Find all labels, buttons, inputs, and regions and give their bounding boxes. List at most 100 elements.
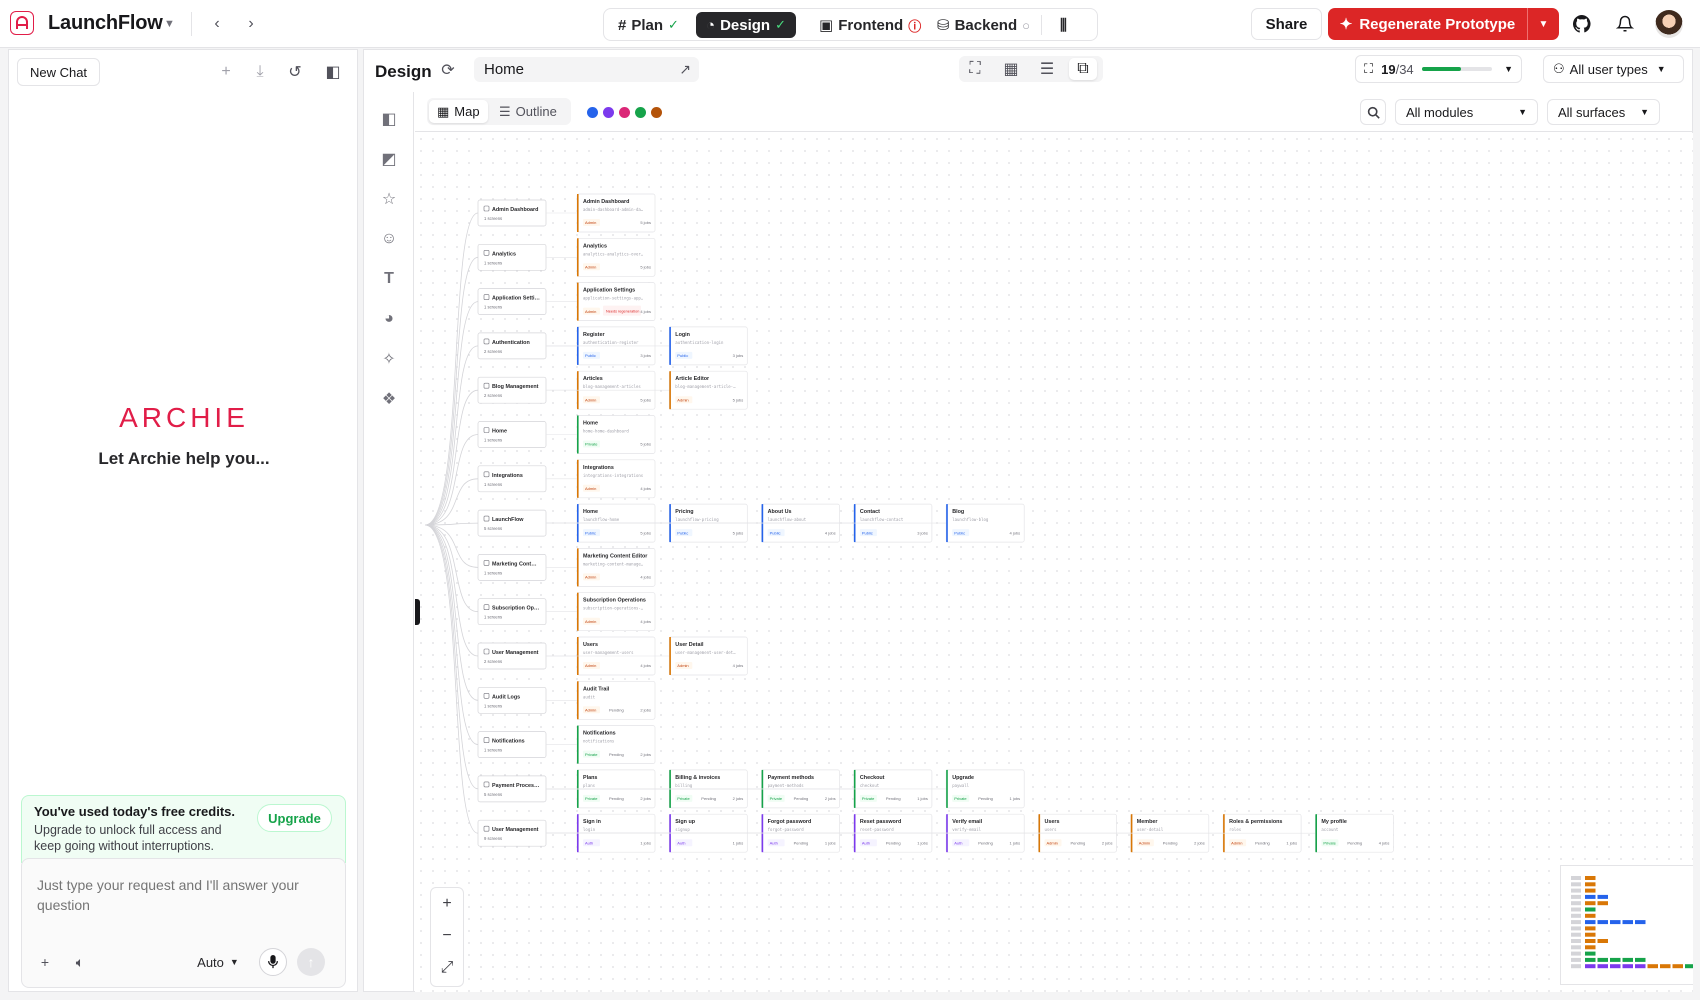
module-node[interactable]: Analytics 1 screens — [477, 243, 547, 271]
forward-icon[interactable]: › — [237, 10, 265, 38]
model-select[interactable]: Auto ▼ — [192, 948, 244, 976]
color-swatch[interactable] — [619, 107, 630, 118]
star-icon[interactable]: ☆ — [376, 186, 402, 212]
regenerate-options-button[interactable]: ▼ — [1527, 8, 1559, 40]
module-node[interactable]: User Management 2 screens — [477, 642, 547, 670]
chevron-down-icon[interactable]: ▼ — [164, 18, 175, 30]
components-icon[interactable]: ❖ — [376, 386, 402, 412]
user-types-select[interactable]: ⚇ All user types ▼ — [1543, 55, 1684, 83]
module-node[interactable]: Integrations 1 screens — [477, 465, 547, 493]
screen-tag-label: Admin — [677, 397, 688, 402]
map-tab[interactable]: ▦ Map — [429, 100, 488, 123]
grid-view-icon[interactable]: ▦ — [997, 58, 1025, 80]
history-icon[interactable]: ↺ — [281, 58, 309, 86]
typography-icon[interactable]: T — [376, 266, 402, 292]
module-node[interactable]: Audit Logs 1 screens — [477, 686, 547, 714]
magic-icon[interactable]: ✧ — [376, 346, 402, 372]
screen-card[interactable]: Notifications notifications Private Pending… — [576, 725, 656, 764]
module-node[interactable]: Home 1 screens — [477, 421, 547, 448]
upgrade-button[interactable]: Upgrade — [257, 804, 332, 832]
refresh-icon[interactable]: ⟳ — [434, 56, 462, 84]
plus-icon[interactable]: + — [31, 948, 59, 976]
module-node[interactable]: Subscription Op… 1 screens — [477, 598, 547, 626]
palette-icon[interactable]: ◕ — [376, 306, 402, 332]
speaker-icon[interactable]: 🔈︎ — [66, 948, 94, 976]
search-icon[interactable] — [1360, 99, 1386, 125]
smiley-icon[interactable]: ☺ — [376, 226, 402, 252]
screen-title: Reset password — [860, 819, 901, 825]
new-chat-button[interactable]: New Chat — [17, 58, 100, 86]
app-logo-icon[interactable] — [10, 11, 34, 35]
microphone-icon[interactable] — [259, 948, 287, 976]
screen-card[interactable]: Subscription Operations subscription-oper… — [576, 592, 656, 632]
swatches-icon[interactable]: ◩ — [376, 146, 402, 172]
screen-card[interactable]: Integrations integrations-integrations Adm… — [576, 459, 656, 499]
github-icon[interactable] — [1568, 10, 1596, 38]
share-button[interactable]: Share — [1251, 8, 1322, 40]
color-swatch[interactable] — [603, 107, 614, 118]
external-link-icon[interactable]: ↗ — [679, 61, 691, 78]
module-node[interactable]: Marketing Cont… 1 screens — [477, 554, 547, 581]
screen-jobs: 4 jobs — [640, 663, 651, 668]
send-icon[interactable]: ↑ — [297, 948, 325, 976]
stage-frontend[interactable]: ▣ Frontend ⓘ — [809, 12, 931, 38]
module-node[interactable]: Authentication 2 screens — [477, 332, 547, 360]
download-icon[interactable]: ⤓ — [246, 58, 274, 86]
database-icon: ⛁ — [937, 17, 950, 34]
screen-card[interactable]: Marketing Content Editor marketing-conten… — [576, 548, 656, 587]
module-node[interactable]: Application Setti… 1 screens — [477, 288, 547, 315]
screen-jobs: 1 jobs — [640, 840, 651, 845]
module-node[interactable]: User Management 9 screens — [477, 819, 547, 847]
stage-backend[interactable]: ⛁ Backend ○ — [927, 12, 1040, 38]
screen-card[interactable]: Upgrade paywall Private Pending 1 jobs — [945, 769, 1025, 809]
flow-map-canvas[interactable]: Admin Dashboard 1 screens Admin Dashboard a… — [415, 133, 1693, 992]
project-name[interactable]: LaunchFlow — [48, 12, 163, 35]
module-node[interactable]: Admin Dashboard 1 screens — [477, 199, 547, 227]
zoom-in-button[interactable]: + — [431, 888, 463, 920]
surfaces-select[interactable]: All surfaces ▼ — [1547, 99, 1660, 125]
screen-card[interactable]: Application Settings application-settings… — [576, 282, 656, 321]
stage-plan[interactable]: # Plan ✓ — [608, 12, 689, 38]
minimap-module — [1571, 932, 1581, 937]
screen-jobs: 4 jobs — [1379, 840, 1390, 845]
screen-card[interactable]: Home home-home-dashboard Private 5 jobs — [576, 415, 656, 454]
page-selector[interactable]: Home ↗ — [474, 57, 699, 82]
chat-input[interactable] — [37, 875, 332, 919]
screen-card[interactable]: Admin Dashboard admin-dashboard-admin-da…… — [576, 193, 656, 233]
design-progress[interactable]: ⛶ 19/34 ▼ — [1355, 55, 1522, 83]
user-avatar[interactable] — [1655, 10, 1683, 38]
modules-select[interactable]: All modules ▼ — [1395, 99, 1538, 125]
list-view-icon[interactable]: ☰ — [1033, 58, 1061, 80]
collapse-panel-icon[interactable]: ◧ — [319, 58, 347, 86]
bell-icon[interactable] — [1611, 10, 1639, 38]
zoom-out-button[interactable]: − — [431, 920, 463, 952]
color-swatch[interactable] — [635, 107, 646, 118]
back-icon[interactable]: ‹ — [203, 10, 231, 38]
screen-status: Pending — [609, 708, 624, 713]
stage-design[interactable]: ◔ Design ✓ — [696, 12, 796, 38]
screen-card[interactable]: Blog launchflow-blog Public 4 jobs — [945, 503, 1025, 543]
module-node[interactable]: Blog Management 2 screens — [477, 376, 547, 404]
library-icon[interactable]: ⫼ — [1050, 12, 1077, 38]
screen-card[interactable]: My profile account Private Pending 4 jobs — [1315, 813, 1394, 853]
canvas-drag-handle[interactable] — [415, 599, 420, 625]
outline-tab[interactable]: ☰ Outline — [491, 100, 565, 123]
module-node[interactable]: Payment Proces… 5 screens — [477, 775, 547, 803]
screen-card[interactable]: Audit Trail audit Admin Pending 2 jobs — [576, 680, 656, 720]
screen-card[interactable]: Analytics analytics-analytics-over… Admin 5… — [576, 237, 656, 277]
fit-view-button[interactable]: ⤢ — [431, 952, 463, 984]
module-node[interactable]: LaunchFlow 5 screens — [477, 509, 547, 537]
screen-card[interactable]: Login authentication-login Public 3 jobs — [668, 326, 748, 366]
sitemap-view-icon[interactable]: ⧉ — [1069, 58, 1097, 80]
minimap[interactable] — [1560, 865, 1693, 985]
fullscreen-icon[interactable]: ⛶ — [961, 58, 989, 80]
regenerate-prototype-button[interactable]: ✦ Regenerate Prototype — [1328, 8, 1527, 40]
minimap-screen — [1597, 964, 1608, 969]
color-swatch[interactable] — [651, 107, 662, 118]
screen-card[interactable]: User Detail user-management-user-det… Admi… — [668, 636, 748, 676]
sidebar-icon[interactable]: ◧ — [376, 106, 402, 132]
plus-icon[interactable]: + — [212, 58, 240, 86]
module-node[interactable]: Notifications 1 screens — [477, 731, 547, 758]
screen-card[interactable]: Article Editor blog-management-article-… A… — [668, 370, 748, 410]
color-swatch[interactable] — [587, 107, 598, 118]
